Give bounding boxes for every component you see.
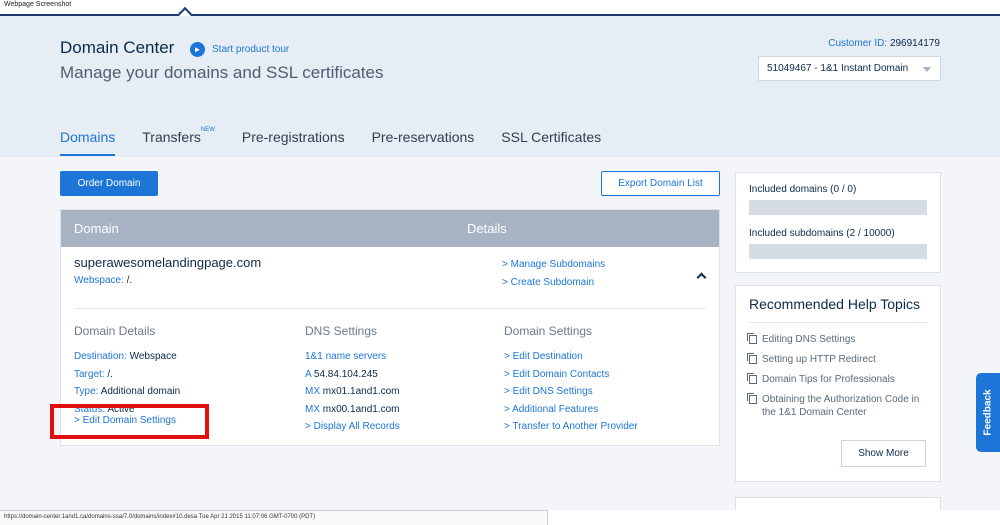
detail-key: Type: (74, 386, 99, 398)
dns-settings-heading: DNS Settings (305, 324, 378, 338)
tab-pre-registrations[interactable]: Pre-registrations (242, 129, 345, 156)
page-title: Domain Center (60, 38, 175, 57)
document-icon (747, 353, 757, 364)
tab-label: SSL Certificates (501, 129, 602, 145)
customer-id-label: Customer ID: (828, 38, 888, 49)
webspace-label: Webspace: (74, 275, 124, 286)
domain-table: Domain Details superawesomelandingpage.c… (50, 209, 720, 446)
help-topic-label: Obtaining the Authorization Code in the … (762, 394, 920, 418)
help-topics-panel: Recommended Help Topics Editing DNS Sett… (735, 285, 941, 482)
dns-record: MX mx01.1and1.com (305, 383, 400, 401)
record-value: mx00.1and1.com (322, 403, 400, 415)
domain-settings-heading: Domain Settings (504, 324, 593, 338)
transfer-provider-link[interactable]: > Transfer to Another Provider (504, 418, 638, 436)
help-topic-item[interactable]: Setting up HTTP Redirect (747, 353, 927, 366)
tab-label: Pre-registrations (241, 129, 345, 145)
display-all-records-link[interactable]: > Display All Records (305, 418, 400, 436)
new-badge: NEW (200, 127, 215, 133)
webspace-value: /. (126, 275, 133, 286)
start-tour-link[interactable]: ► Start product tour (190, 42, 289, 57)
tab-label: Domains (60, 129, 116, 145)
divider (749, 322, 927, 323)
column-header-domain: Domain (74, 221, 119, 236)
chevron-up-icon[interactable] (696, 272, 707, 283)
included-domains-label: Included domains (0 / 0) (749, 184, 857, 195)
domain-settings-section: Domain Settings > Edit Destination > Edi… (504, 324, 638, 436)
help-topic-label: Setting up HTTP Redirect (762, 354, 876, 365)
record-type: MX (305, 386, 320, 398)
column-header-details: Details (467, 221, 507, 236)
tab-pre-reservations[interactable]: Pre-reservations (372, 129, 475, 156)
feedback-label: Feedback (982, 389, 994, 436)
status-url: https://domain-center.1and1.ca/domains-s… (4, 514, 316, 520)
detail-row: Target: /. (74, 366, 180, 384)
document-icon (747, 333, 757, 344)
detail-value: Additional domain (100, 386, 181, 398)
highlight-box (50, 404, 209, 439)
order-domain-button[interactable]: Order Domain (60, 171, 158, 196)
dns-settings-section: DNS Settings 1&1 name servers A 54.84.10… (305, 324, 400, 436)
help-topic-label: Domain Tips for Professionals (762, 374, 895, 385)
detail-row: Destination: Webspace (74, 348, 180, 366)
edit-destination-link[interactable]: > Edit Destination (504, 348, 638, 366)
create-subdomain-link[interactable]: > Create Subdomain (502, 274, 605, 292)
tab-ssl-certificates[interactable]: SSL Certificates (501, 129, 601, 156)
domain-name[interactable]: superawesomelandingpage.com (74, 255, 261, 270)
record-value: 54.84.104.245 (313, 368, 378, 380)
manage-subdomains-link[interactable]: > Manage Subdomains (502, 256, 605, 274)
help-topic-item[interactable]: Obtaining the Authorization Code in the … (747, 393, 927, 419)
detail-key: Target: (74, 368, 105, 380)
main-content: Order Domain Export Domain List Domain D… (0, 157, 1000, 517)
tab-label: Pre-reservations (371, 129, 475, 145)
edit-domain-contacts-link[interactable]: > Edit Domain Contacts (504, 366, 638, 384)
record-type: MX (305, 403, 320, 415)
contract-select-value: 51049467 - 1&1 Instant Domain (767, 63, 909, 74)
usage-panel: Included domains (0 / 0) Included subdom… (735, 172, 941, 273)
screenshot-caption: Webpage Screenshot (4, 1, 72, 8)
customer-id-value: 296914179 (889, 38, 940, 49)
subdomain-links: > Manage Subdomains > Create Subdomain (502, 256, 605, 292)
show-more-button[interactable]: Show More (841, 440, 926, 467)
edit-dns-settings-link[interactable]: > Edit DNS Settings (504, 383, 638, 401)
domain-details-heading: Domain Details (74, 324, 156, 338)
document-icon (747, 373, 757, 384)
page-header: Domain Center ► Start product tour Manag… (0, 16, 1000, 157)
record-value: mx01.1and1.com (322, 386, 400, 398)
customer-id: Customer ID: 296914179 (828, 38, 940, 49)
included-subdomains-bar (749, 244, 927, 259)
divider (74, 308, 706, 309)
name-servers-link[interactable]: 1&1 name servers (305, 348, 400, 366)
record-type: A (305, 368, 312, 380)
tour-label: Start product tour (212, 44, 290, 55)
tab-label: Transfers (142, 129, 201, 145)
webspace-info: Webspace: /. (74, 275, 132, 286)
status-bar: https://domain-center.1and1.ca/domains-s… (0, 510, 1000, 525)
detail-row: Type: Additional domain (74, 383, 180, 401)
table-header: Domain Details (61, 210, 719, 247)
included-subdomains-label: Included subdomains (2 / 10000) (749, 228, 895, 239)
help-topic-item[interactable]: Domain Tips for Professionals (747, 373, 927, 386)
detail-key: Destination: (74, 351, 127, 362)
chevron-down-icon (923, 67, 931, 72)
document-icon (747, 393, 757, 404)
contract-select[interactable]: 51049467 - 1&1 Instant Domain (758, 56, 941, 81)
help-topic-item[interactable]: Editing DNS Settings (747, 333, 927, 346)
dns-record: MX mx00.1and1.com (305, 401, 400, 419)
feedback-button[interactable]: Feedback (976, 373, 1000, 452)
export-domain-list-button[interactable]: Export Domain List (601, 171, 720, 196)
tab-transfers[interactable]: TransfersNEW (142, 127, 215, 156)
detail-value: /. (107, 368, 113, 380)
page-subtitle: Manage your domains and SSL certificates (60, 63, 384, 82)
tab-bar: Domains TransfersNEW Pre-registrations P… (60, 127, 628, 156)
top-bar: Webpage Screenshot (0, 0, 1000, 22)
detail-value: Webspace (129, 351, 177, 362)
tour-icon: ► (190, 42, 205, 57)
help-topic-label: Editing DNS Settings (762, 334, 856, 345)
dns-record: A 54.84.104.245 (305, 366, 400, 384)
included-domains-bar (749, 200, 927, 215)
additional-features-link[interactable]: > Additional Features (504, 401, 638, 419)
help-topics-title: Recommended Help Topics (749, 296, 920, 312)
tab-domains[interactable]: Domains (60, 129, 116, 156)
